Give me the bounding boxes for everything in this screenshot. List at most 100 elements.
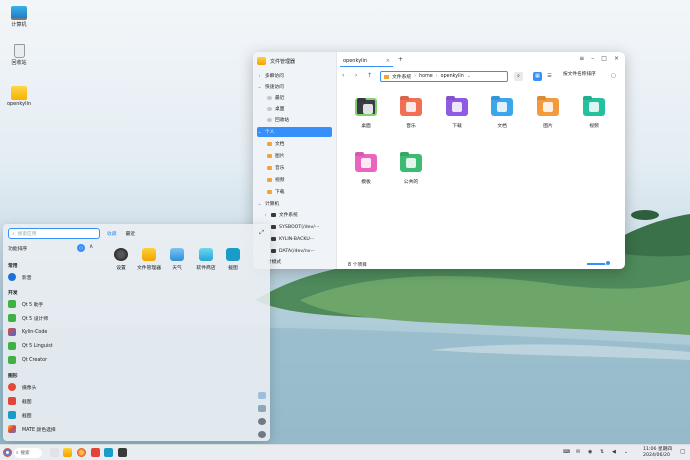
forward-icon[interactable]: ›: [355, 72, 357, 79]
search-input[interactable]: ⌕ 搜索应用: [8, 228, 100, 239]
input-method-icon[interactable]: ⌄: [624, 449, 628, 455]
sidebar-item-sysboot[interactable]: ›SYSBOOT(/dev/···: [263, 222, 332, 232]
sidebar-item-data[interactable]: ›DATA(/dev/nv···: [263, 246, 332, 256]
gear-icon: [114, 248, 128, 261]
file-manager-icon: [142, 248, 156, 261]
minimize-icon[interactable]: –: [591, 55, 594, 62]
start-button[interactable]: [3, 448, 12, 457]
zoom-slider-handle[interactable]: [605, 260, 611, 266]
sidebar-item-videos[interactable]: 视频: [267, 175, 332, 185]
drive-icon: [271, 212, 276, 218]
folder-item-downloads[interactable]: 下载: [440, 98, 474, 129]
path-segment[interactable]: openkylin: [441, 74, 464, 79]
folder-item-desktop[interactable]: 桌面: [349, 98, 383, 129]
folder-item-music[interactable]: 音乐: [394, 98, 428, 129]
network-icon[interactable]: ⇅: [600, 449, 604, 455]
sidebar-item-trash[interactable]: 回收站: [267, 115, 332, 125]
taskbar-search[interactable]: ⌕ 搜索: [14, 448, 42, 458]
gear-icon[interactable]: [258, 418, 266, 425]
clock-icon: [267, 95, 272, 101]
sidebar-group-recent[interactable]: › 多瞬访问: [257, 71, 332, 81]
sort-toggle-button[interactable]: ○: [77, 244, 85, 252]
folder-item-videos[interactable]: 视频: [577, 98, 611, 129]
letter-sort-icon[interactable]: ∧: [89, 243, 93, 250]
app-item-screenshot[interactable]: 截图: [8, 397, 32, 405]
path-bar[interactable]: 文件系统 › home › openkylin ⌄: [380, 71, 508, 82]
sidebar-item-label: 文档: [275, 142, 285, 147]
sidebar-item-kylin-backup[interactable]: ›KYLIN-BACKU···: [263, 234, 332, 244]
firefox-icon[interactable]: [77, 448, 86, 457]
app-item-qt-linguist[interactable]: Qt 5 Linguist: [8, 342, 53, 350]
desktop-icon-computer[interactable]: 计算机: [4, 6, 34, 28]
sidebar-item-pictures[interactable]: 图片: [267, 151, 332, 161]
app-item-camera[interactable]: 摄像头: [8, 383, 36, 391]
sidebar-item-recent[interactable]: 最近: [267, 93, 332, 103]
favorite-screenshot[interactable]: 截图: [216, 248, 250, 271]
sidebar-item-filesystem[interactable]: › 文件系统: [263, 210, 332, 220]
expand-icon[interactable]: ⤢: [259, 229, 264, 237]
desktop-icon-home[interactable]: openkylin: [4, 86, 34, 107]
tab-recent[interactable]: 最近: [126, 230, 136, 237]
camera-icon[interactable]: [104, 448, 113, 457]
sidebar-group-personal[interactable]: ⌄ 个人: [257, 127, 332, 137]
close-icon[interactable]: ×: [614, 55, 619, 62]
path-segment[interactable]: home: [419, 74, 433, 79]
folder-item-templates[interactable]: 模板: [349, 154, 383, 185]
user-icon[interactable]: ◉: [588, 449, 592, 455]
app-item-kylin-code[interactable]: Kylin-Code: [8, 328, 47, 336]
path-segment[interactable]: 文件系统: [392, 73, 411, 80]
terminal-icon[interactable]: [118, 448, 127, 457]
favorite-label: 天气: [172, 266, 182, 271]
sidebar-item-desktop[interactable]: 桌面: [267, 104, 332, 114]
app-item-media[interactable]: 影音: [8, 273, 32, 281]
screenshot-icon[interactable]: [91, 448, 100, 457]
clock[interactable]: 11:06 星期四 2024/06/20: [643, 447, 672, 459]
app-item-qt-assistant[interactable]: Qt 5 助手: [8, 300, 43, 308]
volume-icon[interactable]: ◀: [612, 449, 616, 455]
sidebar-group-label: 快速访问: [265, 85, 284, 90]
folder-item-documents[interactable]: 文档: [485, 98, 519, 129]
sidebar-item-music[interactable]: 音乐: [267, 163, 332, 173]
chat-icon[interactable]: ✉: [576, 449, 580, 455]
keyboard-icon[interactable]: ⌨: [563, 449, 570, 455]
desktop-icon-trash[interactable]: 回收站: [4, 44, 34, 66]
notification-icon[interactable]: ▢: [680, 448, 686, 455]
new-tab-button[interactable]: +: [398, 56, 403, 63]
user-icon[interactable]: [258, 392, 266, 399]
chevron-down-icon: ⌄: [257, 201, 262, 207]
sidebar-group-computer[interactable]: ⌄ 计算机: [257, 199, 332, 209]
app-item-screenshot-2[interactable]: 截图: [8, 411, 32, 419]
tab-openkylin[interactable]: openkylin ×: [340, 55, 393, 67]
view-options-icon[interactable]: ▢: [611, 73, 616, 79]
app-item-qt-designer[interactable]: Qt 5 设计师: [8, 314, 48, 322]
close-tab-icon[interactable]: ×: [386, 58, 390, 64]
sort-button[interactable]: 按文件名称排序: [563, 72, 601, 78]
power-icon[interactable]: [258, 431, 266, 438]
folder-label: 音乐: [406, 124, 416, 129]
desktop-icon-label: openkylin: [6, 101, 32, 107]
up-icon[interactable]: ↑: [367, 72, 372, 79]
tab-favorites[interactable]: 收藏: [107, 230, 117, 237]
maximize-icon[interactable]: □: [601, 55, 607, 62]
grid-view-icon[interactable]: ▦: [533, 72, 542, 81]
list-view-icon[interactable]: ☰: [545, 72, 554, 81]
app-title-label: 文件管理器: [270, 58, 296, 65]
app-item-qt-creator[interactable]: Qt Creator: [8, 356, 47, 364]
template-folder-icon: [355, 154, 377, 172]
sidebar-item-downloads[interactable]: 下载: [267, 187, 332, 197]
computer-icon[interactable]: [258, 405, 266, 412]
sidebar-group-quick[interactable]: ⌄ 快速访问: [257, 82, 332, 92]
file-manager-icon[interactable]: [63, 448, 72, 457]
media-player-icon: [8, 273, 16, 281]
folder-item-pictures[interactable]: 图片: [531, 98, 565, 129]
search-icon[interactable]: ⌕: [514, 72, 523, 81]
document-folder-icon: [491, 98, 513, 116]
app-item-mate-color[interactable]: MATE 颜色选择: [8, 425, 56, 433]
start-menu: ⌕ 搜索应用 收藏 最近 ⤢ 功能排序 ○ ∧ 常用 影音 开发 Qt 5 助手…: [3, 224, 270, 441]
app-label: 摄像头: [22, 385, 37, 391]
menu-icon[interactable]: ≡: [579, 55, 584, 62]
back-icon[interactable]: ‹: [342, 72, 344, 79]
folder-item-public[interactable]: 公共的: [394, 154, 428, 185]
multitask-icon[interactable]: [50, 448, 59, 457]
sidebar-item-documents[interactable]: 文档: [267, 139, 332, 149]
